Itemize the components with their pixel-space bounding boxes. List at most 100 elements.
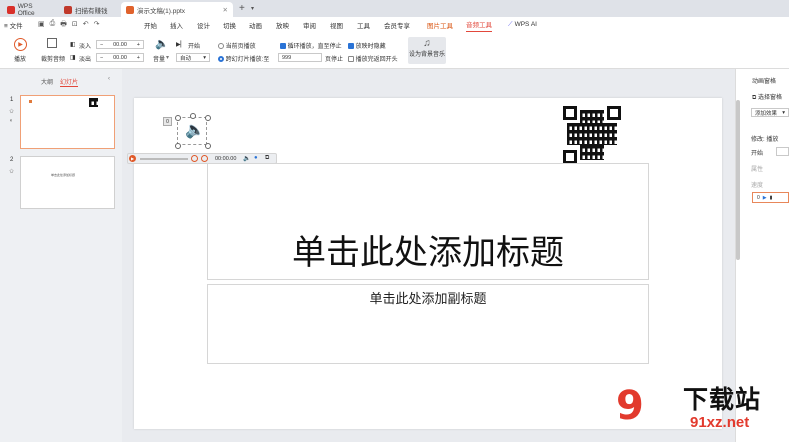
menu-slideshow[interactable]: 放映 <box>276 17 289 32</box>
rotate-handle[interactable] <box>190 113 196 119</box>
resize-handle[interactable] <box>175 115 181 121</box>
watermark-brand: 下载站 <box>683 386 762 414</box>
hide-on-show-checkbox[interactable] <box>348 43 354 50</box>
menu-insert[interactable]: 插入 <box>170 17 183 32</box>
volume-chevron-icon[interactable]: ▾ <box>166 54 169 61</box>
ai-icon: ⟋ <box>508 20 513 28</box>
player-rewind-icon[interactable] <box>191 155 198 162</box>
fade-out-stepper[interactable]: −00.00 + <box>96 53 144 62</box>
loop-option[interactable]: 循环播放，直至停止 <box>280 41 342 50</box>
menu-design[interactable]: 设计 <box>197 17 210 32</box>
player-pip-icon[interactable]: ⧉ <box>265 155 269 162</box>
slide-subtitle[interactable]: 单击此处添加副标题 <box>369 288 486 307</box>
fade-out-decrement[interactable]: − <box>100 55 103 61</box>
slide-count-input[interactable]: 999 <box>278 53 322 62</box>
menu-home[interactable]: 开始 <box>144 17 157 32</box>
fade-in-increment[interactable]: + <box>137 42 140 48</box>
start-select[interactable]: 自动 ▾ <box>176 53 210 62</box>
modify-label: 修改: 播放 <box>751 137 779 143</box>
cross-slides-radio[interactable] <box>218 56 224 63</box>
fade-in-decrement[interactable]: − <box>100 42 103 48</box>
fade-out-increment[interactable]: + <box>137 55 140 61</box>
tab-slides[interactable]: 幻灯片 <box>60 77 79 87</box>
export-icon[interactable]: ⎙ <box>50 20 56 31</box>
undo-icon[interactable]: ↶ <box>83 20 89 31</box>
rewind-option[interactable]: 播放完返回开头 <box>348 54 398 63</box>
select-pane-icon: ⧉ <box>752 95 757 101</box>
menu-animation[interactable]: 动画 <box>249 17 262 32</box>
close-tab-icon[interactable]: ✕ <box>223 6 228 14</box>
current-page-radio[interactable] <box>218 43 224 50</box>
menu-audio-tools[interactable]: 音频工具 <box>466 17 492 32</box>
tab-wps-office[interactable]: WPS Office <box>2 2 55 17</box>
start-chevron-icon: ▾ <box>203 54 206 61</box>
menu-picture-tools[interactable]: 图片工具 <box>427 17 453 32</box>
menu-wps-ai[interactable]: ⟋ WPS AI <box>508 17 537 32</box>
slide-number-1: 1 <box>10 97 14 103</box>
player-seek-bar[interactable] <box>140 158 188 160</box>
tab-outline[interactable]: 大纲 <box>41 77 53 86</box>
menu-transition[interactable]: 切换 <box>223 17 236 32</box>
slide-thumbnail-2[interactable]: 单击此处添加标题 <box>20 156 115 209</box>
menu-member[interactable]: 会员专享 <box>384 17 410 32</box>
loop-checkbox[interactable] <box>280 43 286 50</box>
cross-slides-option[interactable]: 跨幻灯片播放:至 <box>218 54 269 63</box>
menu-review[interactable]: 审阅 <box>303 17 316 32</box>
slide-2-star-icon: ✩ <box>9 169 15 175</box>
volume-label[interactable]: 音量 <box>153 54 165 63</box>
collapse-pane-icon[interactable]: ‹ <box>108 76 110 82</box>
select-pane-link[interactable]: ⧉ 选择窗格 <box>752 92 782 102</box>
menu-file[interactable]: ≡ 文件 <box>4 17 23 32</box>
menu-view[interactable]: 视图 <box>330 17 343 32</box>
menu-tools[interactable]: 工具 <box>357 17 370 32</box>
pptx-file-icon <box>126 5 134 14</box>
hide-on-show-option[interactable]: 放映时隐藏 <box>348 41 386 50</box>
resize-handle[interactable] <box>205 115 211 121</box>
print-icon[interactable]: 🖶 <box>60 20 67 31</box>
player-volume-icon[interactable]: 🔈 <box>243 155 250 162</box>
fade-in-stepper[interactable]: −00.00 + <box>96 40 144 49</box>
slide-thumbnail-1[interactable] <box>20 95 115 149</box>
watermark-site: 91xz.net <box>690 414 750 431</box>
preview-icon[interactable]: ⊡ <box>72 20 78 31</box>
player-play-icon[interactable]: ▶ <box>129 155 136 162</box>
start-label: 开始 <box>188 44 201 50</box>
player-info-icon[interactable]: ● <box>254 155 258 161</box>
set-bgm-button[interactable]: ♫ 设为背景音乐 <box>408 37 446 64</box>
play-button-label[interactable]: 播放 <box>14 54 26 63</box>
tab-list-chevron-icon[interactable]: ▾ <box>251 5 254 12</box>
current-page-option[interactable]: 当前页播放 <box>218 41 256 50</box>
fade-in-icon: ◧ <box>70 42 76 48</box>
play-icon[interactable]: ▶ <box>14 38 27 51</box>
animation-list-item[interactable]: 0 ▶ ▮ <box>752 192 789 203</box>
player-forward-icon[interactable] <box>201 155 208 162</box>
fade-in-label: 淡入 <box>79 44 92 50</box>
subtitle-placeholder[interactable]: 单击此处添加副标题 <box>207 284 649 364</box>
start-dropdown[interactable] <box>776 147 789 156</box>
slide-title[interactable]: 单击此处添加标题 <box>292 225 564 274</box>
resize-handle[interactable] <box>175 143 181 149</box>
canvas-scrollbar[interactable] <box>736 100 740 260</box>
slide-1-star-icon: ✩ <box>9 109 15 115</box>
save-icon[interactable]: ▣ <box>38 20 45 31</box>
volume-icon[interactable]: 🔈 <box>155 37 169 50</box>
item-icon: ▮ <box>769 194 773 201</box>
animation-pane-title[interactable]: 动画窗格 <box>752 76 776 85</box>
item-audio-icon: ▶ <box>762 194 767 201</box>
add-effect-dropdown[interactable]: 添加效果 ▾ <box>751 108 789 117</box>
tab-presentation[interactable]: 演示文稿(1).pptx ✕ <box>121 2 233 17</box>
music-note-icon: ♫ <box>423 38 431 49</box>
redo-icon[interactable]: ↷ <box>94 20 100 31</box>
animation-order-badge: 0 <box>163 117 172 126</box>
title-placeholder[interactable]: 单击此处添加标题 <box>207 163 649 280</box>
cut-audio-icon[interactable] <box>47 38 57 48</box>
rewind-checkbox[interactable] <box>348 56 354 63</box>
property-label: 属性 <box>751 167 764 173</box>
speaker-icon[interactable]: 🔈 <box>185 123 205 139</box>
tab-scan[interactable]: 扫描有赚钱 <box>59 2 117 17</box>
qr-code-image[interactable] <box>563 106 621 164</box>
speed-label: 速度 <box>751 183 764 189</box>
resize-handle[interactable] <box>205 143 211 149</box>
cut-audio-label[interactable]: 裁剪音频 <box>41 54 65 63</box>
new-tab-icon[interactable]: + <box>239 3 245 14</box>
